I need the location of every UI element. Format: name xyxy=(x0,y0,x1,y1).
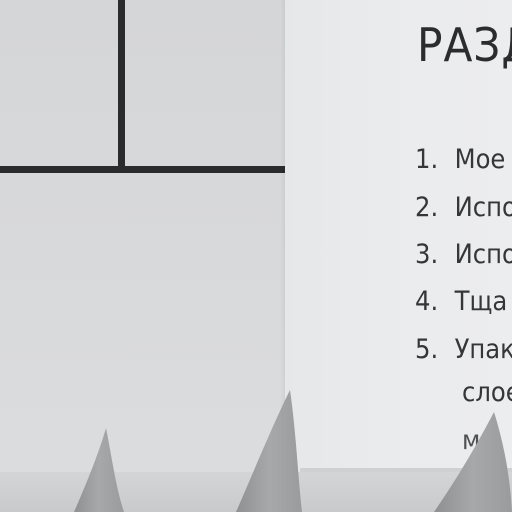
list-item: 1. Мое xyxy=(415,144,505,175)
list-item-number: 4. xyxy=(415,286,439,317)
list-item: 5. Упак xyxy=(415,334,512,365)
spike-shape xyxy=(434,412,512,512)
list-item-number: 5. xyxy=(415,334,439,365)
list-item: 4. Тща xyxy=(415,286,507,317)
list-item-text: Мое xyxy=(454,144,506,175)
list-item-text: Испо xyxy=(454,192,512,223)
frame-line-horizontal xyxy=(0,166,285,173)
list-item-number: 3. xyxy=(415,239,439,270)
photo: РАЗД 1.Мое 2.Испо 3.Испо 4.Тща 5.Упак сл… xyxy=(0,0,512,512)
document-title: РАЗД xyxy=(417,18,512,72)
list-item: 2. Испо xyxy=(415,192,512,223)
spike-shape xyxy=(236,390,302,512)
list-item-text: Испо xyxy=(454,239,512,270)
spike-shape xyxy=(74,428,124,512)
frame-line-vertical xyxy=(118,0,125,172)
list-item-text: Тща xyxy=(454,286,508,317)
list-item-number: 2. xyxy=(415,192,439,223)
list-item-number: 1. xyxy=(415,144,439,175)
list-item: 3. Испо xyxy=(415,239,512,270)
foreground-spikes xyxy=(0,390,512,512)
list-item-text: Упак xyxy=(454,334,512,365)
